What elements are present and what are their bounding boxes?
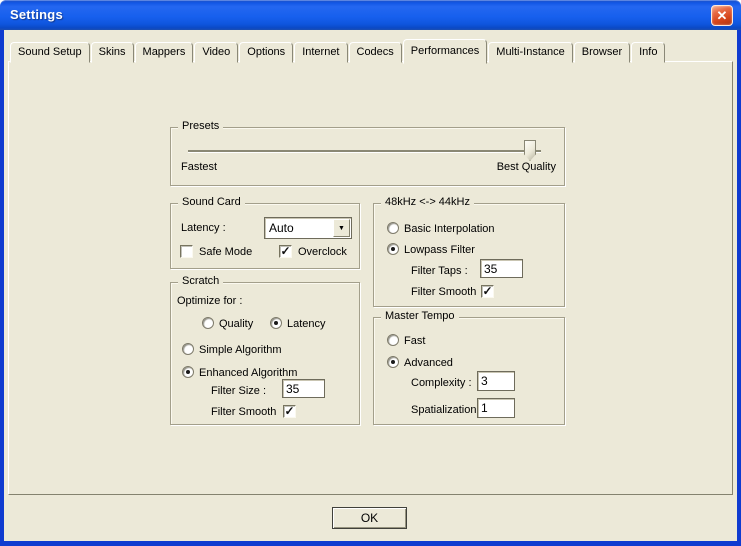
title-bar[interactable]: Settings ✕ — [0, 0, 741, 30]
enhanced-algorithm-label[interactable]: Enhanced Algorithm — [199, 367, 297, 379]
tab-sound-setup[interactable]: Sound Setup — [10, 42, 90, 63]
tab-performances[interactable]: Performances — [403, 39, 487, 64]
scratch-group: Scratch Optimize for : Quality Latency S… — [170, 282, 360, 425]
filter-smooth-checkbox[interactable]: ✓ — [283, 405, 296, 418]
scratch-group-title: Scratch — [178, 275, 223, 287]
latency-radio-label[interactable]: Latency — [287, 318, 326, 330]
radio-dot-icon — [391, 360, 395, 364]
filter-size-label: Filter Size : — [211, 385, 266, 397]
master-tempo-group: Master Tempo Fast Advanced Complexity : … — [373, 317, 565, 425]
sample-filter-smooth-checkbox[interactable]: ✓ — [481, 285, 494, 298]
simple-algorithm-label[interactable]: Simple Algorithm — [199, 344, 282, 356]
overclock-label[interactable]: Overclock — [298, 246, 347, 258]
quality-radio[interactable] — [202, 317, 214, 329]
sample-rate-group-title: 48kHz <-> 44kHz — [381, 196, 474, 208]
lowpass-filter-label[interactable]: Lowpass Filter — [404, 244, 475, 256]
safe-mode-checkbox[interactable] — [180, 245, 193, 258]
close-button[interactable]: ✕ — [711, 5, 733, 26]
tab-multi-instance[interactable]: Multi-Instance — [488, 42, 572, 63]
lowpass-filter-radio[interactable] — [387, 243, 399, 255]
latency-dropdown-value: Auto — [269, 221, 294, 235]
tab-codecs[interactable]: Codecs — [349, 42, 402, 63]
fast-radio[interactable] — [387, 334, 399, 346]
tab-skins[interactable]: Skins — [91, 42, 134, 63]
check-icon: ✓ — [284, 404, 294, 418]
filter-taps-input[interactable] — [480, 259, 523, 278]
presets-max-label: Best Quality — [497, 161, 556, 173]
safe-mode-label[interactable]: Safe Mode — [199, 246, 252, 258]
ok-button[interactable]: OK — [332, 507, 407, 529]
check-icon: ✓ — [482, 284, 492, 298]
tab-mappers[interactable]: Mappers — [135, 42, 194, 63]
presets-slider-track[interactable] — [188, 150, 541, 152]
complexity-label: Complexity : — [411, 377, 472, 389]
tab-options[interactable]: Options — [239, 42, 293, 63]
presets-group: Presets Fastest Best Quality — [170, 127, 565, 186]
filter-taps-label: Filter Taps : — [411, 265, 468, 277]
tab-strip: Sound Setup Skins Mappers Video Options … — [10, 38, 666, 63]
basic-interpolation-radio[interactable] — [387, 222, 399, 234]
advanced-radio[interactable] — [387, 356, 399, 368]
sound-card-group: Sound Card Latency : Auto ▼ Safe Mode ✓ … — [170, 203, 360, 269]
radio-dot-icon — [274, 321, 278, 325]
latency-label: Latency : — [181, 222, 226, 234]
presets-group-title: Presets — [178, 120, 223, 132]
fast-radio-label[interactable]: Fast — [404, 335, 425, 347]
presets-min-label: Fastest — [181, 161, 217, 173]
enhanced-algorithm-radio[interactable] — [182, 366, 194, 378]
tab-video[interactable]: Video — [194, 42, 238, 63]
latency-radio[interactable] — [270, 317, 282, 329]
sample-rate-group: 48kHz <-> 44kHz Basic Interpolation Lowp… — [373, 203, 565, 307]
master-tempo-group-title: Master Tempo — [381, 310, 459, 322]
tab-info[interactable]: Info — [631, 42, 665, 63]
window-title: Settings — [10, 7, 63, 22]
filter-smooth-label: Filter Smooth — [211, 406, 276, 418]
latency-dropdown[interactable]: Auto ▼ — [264, 217, 352, 239]
radio-dot-icon — [186, 370, 190, 374]
simple-algorithm-radio[interactable] — [182, 343, 194, 355]
spatialization-label: Spatialization : — [411, 404, 483, 416]
overclock-checkbox[interactable]: ✓ — [279, 245, 292, 258]
basic-interpolation-label[interactable]: Basic Interpolation — [404, 223, 495, 235]
close-icon: ✕ — [717, 8, 728, 23]
advanced-radio-label[interactable]: Advanced — [404, 357, 453, 369]
chevron-down-icon: ▼ — [338, 225, 345, 232]
optimize-for-label: Optimize for : — [177, 295, 242, 307]
sample-filter-smooth-label: Filter Smooth — [411, 286, 476, 298]
complexity-input[interactable] — [477, 371, 515, 391]
check-icon: ✓ — [280, 244, 290, 258]
radio-dot-icon — [391, 247, 395, 251]
sound-card-group-title: Sound Card — [178, 196, 245, 208]
tab-browser[interactable]: Browser — [574, 42, 630, 63]
tab-internet[interactable]: Internet — [294, 42, 347, 63]
presets-slider-thumb[interactable] — [524, 140, 536, 161]
spatialization-input[interactable] — [477, 398, 515, 418]
latency-dropdown-button[interactable]: ▼ — [333, 219, 350, 237]
settings-window: Settings ✕ Sound Setup Skins Mappers Vid… — [0, 0, 741, 546]
filter-size-input[interactable] — [282, 379, 325, 398]
quality-radio-label[interactable]: Quality — [219, 318, 253, 330]
